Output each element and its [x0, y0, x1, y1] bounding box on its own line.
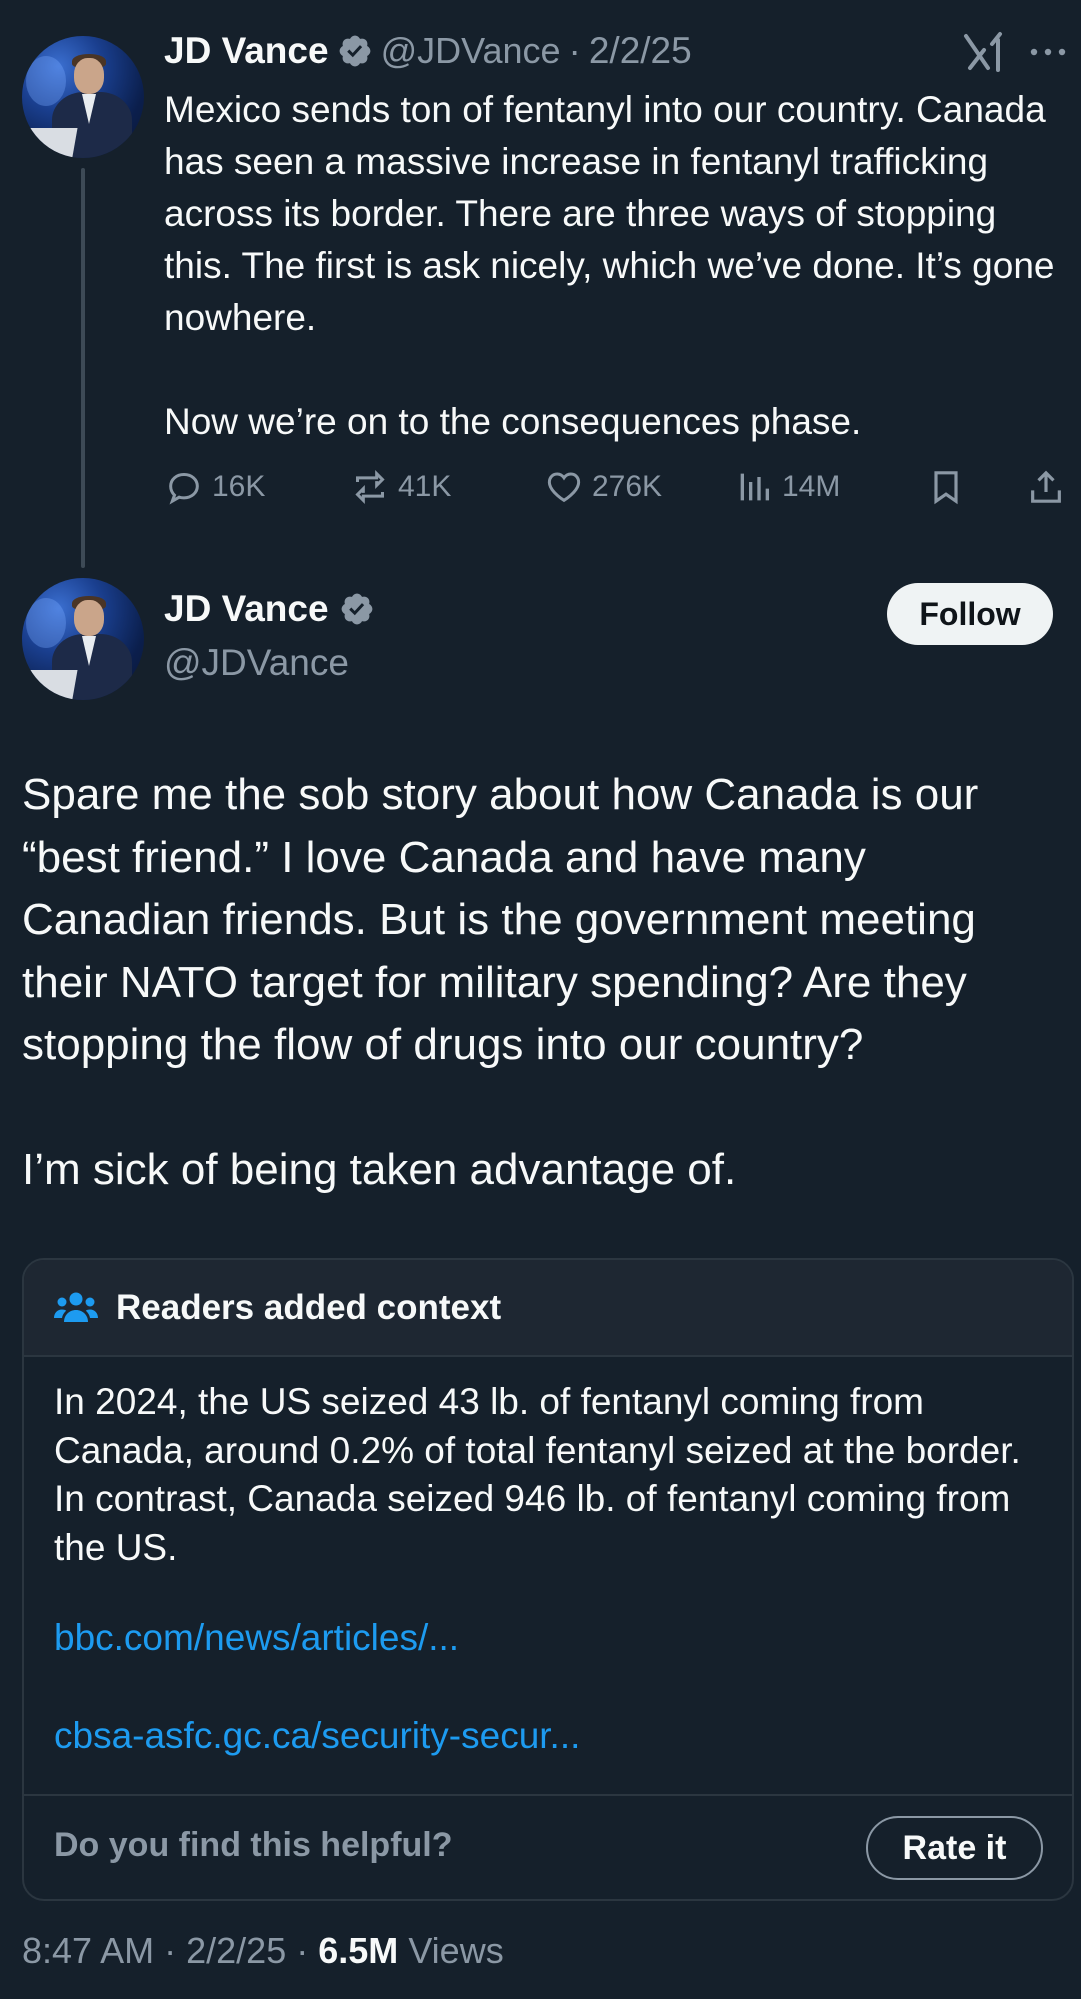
verified-badge-icon — [339, 35, 370, 67]
share-icon — [1031, 470, 1061, 503]
tweet-paragraph: I’m sick of being taken advantage of. — [22, 1144, 737, 1194]
views-button[interactable]: 14M — [734, 467, 840, 507]
tweet-actions-bar: 16K 41K 276K 14M — [164, 467, 1069, 517]
helpful-question: Do you find this helpful? — [54, 1826, 453, 1864]
reply-count: 16K — [212, 470, 266, 503]
separator-dot: · — [296, 1930, 309, 1971]
author-name[interactable]: JD Vance — [164, 588, 329, 630]
community-note: Readers added context In 2024, the US se… — [22, 1258, 1074, 1901]
community-note-body: In 2024, the US seized 43 lb. of fentany… — [54, 1381, 1021, 1568]
author-name[interactable]: JD Vance — [164, 30, 329, 72]
source-link[interactable]: bbc.com/news/articles/... — [54, 1617, 459, 1659]
thread-connector-line — [81, 168, 85, 568]
views-bar-chart-icon — [740, 473, 769, 501]
community-note-footer: Do you find this helpful? Rate it — [24, 1794, 1072, 1899]
bookmark-button[interactable] — [926, 467, 966, 507]
views-label: Views — [408, 1930, 504, 1971]
repost-icon — [355, 470, 385, 504]
reply-icon — [169, 472, 199, 505]
main-tweet-author: JD Vance — [164, 588, 375, 630]
more-options-icon[interactable] — [1027, 40, 1069, 64]
community-note-header: Readers added context — [24, 1260, 1072, 1357]
tweet-paragraph: Mexico sends ton of fentanyl into our co… — [164, 89, 1055, 338]
avatar[interactable] — [22, 578, 144, 700]
bookmark-icon — [934, 471, 958, 505]
tweet-metadata: 8:47 AM · 2/2/25 · 6.5M Views — [22, 1930, 504, 1972]
avatar[interactable] — [22, 36, 144, 158]
share-button[interactable] — [1026, 467, 1066, 507]
source-link[interactable]: cbsa-asfc.gc.ca/security-secur... — [54, 1715, 580, 1757]
tweet-date[interactable]: 2/2/25 — [589, 30, 692, 72]
tweet-paragraph: Spare me the sob story about how Canada … — [22, 770, 979, 1069]
tweet-paragraph: Now we’re on to the consequences phase. — [164, 401, 862, 442]
tweet-date[interactable]: 2/2/25 — [186, 1930, 286, 1971]
people-icon — [54, 1292, 98, 1322]
views-count: 6.5M — [318, 1930, 399, 1971]
repost-count: 41K — [398, 470, 452, 503]
author-handle[interactable]: @JDVance — [381, 30, 561, 72]
like-count: 276K — [592, 470, 663, 503]
reply-button[interactable]: 16K — [164, 467, 265, 507]
rate-it-button[interactable]: Rate it — [866, 1816, 1043, 1880]
separator-dot: · — [164, 1930, 177, 1971]
verified-badge-icon — [341, 593, 372, 625]
quoted-tweet-text: Mexico sends ton of fentanyl into our co… — [164, 84, 1069, 448]
tweet-time[interactable]: 8:47 AM — [22, 1930, 154, 1971]
follow-button[interactable]: Follow — [887, 583, 1053, 645]
like-button[interactable]: 276K — [544, 467, 662, 507]
grok-icon[interactable] — [962, 30, 1006, 74]
separator-dot: · — [568, 30, 581, 71]
quoted-tweet-header: JD Vance @JDVance · 2/2/25 — [164, 30, 692, 72]
main-tweet-text: Spare me the sob story about how Canada … — [22, 764, 1062, 1201]
author-handle[interactable]: @JDVance — [164, 642, 349, 684]
heart-icon — [547, 472, 581, 503]
views-count: 14M — [782, 470, 841, 503]
repost-button[interactable]: 41K — [350, 467, 451, 507]
community-note-title: Readers added context — [116, 1287, 502, 1327]
